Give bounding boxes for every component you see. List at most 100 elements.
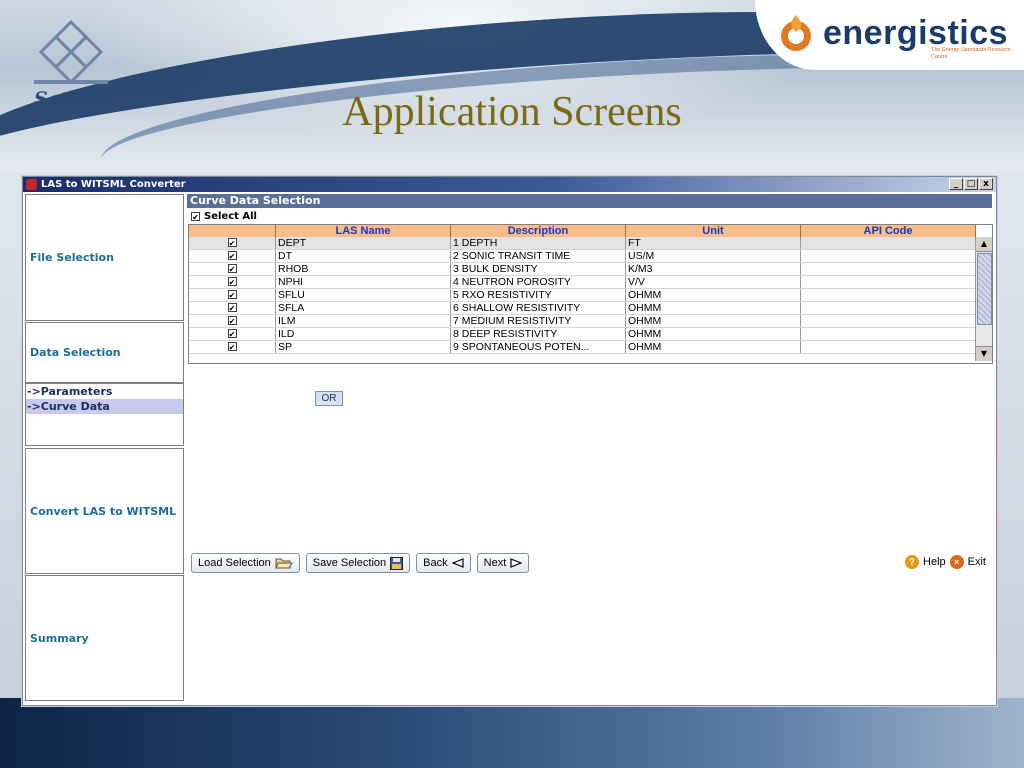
table-row[interactable]: ✔ SP 9 SPONTANEOUS POTEN... OHMM	[189, 340, 976, 354]
las-name-cell: DT	[275, 249, 451, 263]
energistics-logo: energistics The Energy Standards Resourc…	[755, 0, 1024, 70]
sidebar-item-label: Convert LAS to WITSML	[30, 504, 177, 518]
table-header-row: LAS Name Description Unit API Code	[189, 225, 976, 237]
exit-link[interactable]: Exit	[968, 556, 986, 568]
scroll-down-arrow-icon[interactable]: ▼	[976, 346, 992, 361]
minimize-button[interactable]: _	[949, 178, 963, 190]
or-button[interactable]: OR	[315, 391, 343, 406]
row-checkbox-cell[interactable]: ✔	[189, 237, 276, 250]
back-button[interactable]: Back	[416, 553, 471, 573]
help-link[interactable]: Help	[923, 556, 946, 568]
unit-cell: FT	[625, 237, 801, 250]
api-code-cell	[800, 275, 976, 289]
scroll-thumb[interactable]	[977, 253, 992, 325]
row-checkbox[interactable]: ✔	[227, 342, 237, 352]
row-checkbox[interactable]: ✔	[227, 264, 237, 274]
description-cell: 9 SPONTANEOUS POTEN...	[450, 340, 626, 354]
column-header-select[interactable]	[189, 225, 276, 237]
las-name-cell: ILM	[275, 314, 451, 328]
load-selection-button[interactable]: Load Selection	[191, 553, 300, 573]
sidebar-item-label: File Selection	[30, 251, 114, 264]
las-name-cell: SFLU	[275, 288, 451, 302]
api-code-cell	[800, 288, 976, 302]
scroll-up-arrow-icon[interactable]: ▲	[976, 237, 992, 252]
las-name-cell: RHOB	[275, 262, 451, 276]
table-row[interactable]: ✔ SFLU 5 RXO RESISTIVITY OHMM	[189, 288, 976, 302]
navigation-buttons: Load Selection Save Selection Back Next	[191, 553, 530, 573]
footer-band	[0, 698, 1024, 768]
row-checkbox-cell[interactable]: ✔	[189, 314, 276, 328]
row-checkbox-cell[interactable]: ✔	[189, 301, 276, 315]
open-folder-icon	[275, 558, 293, 569]
las-name-cell: NPHI	[275, 275, 451, 289]
select-all-row[interactable]: ✔ Select All	[187, 208, 992, 224]
row-checkbox-cell[interactable]: ✔	[189, 327, 276, 341]
column-header-unit[interactable]: Unit	[625, 225, 801, 237]
column-header-las-name[interactable]: LAS Name	[275, 225, 451, 237]
table-row[interactable]: ✔ ILM 7 MEDIUM RESISTIVITY OHMM	[189, 314, 976, 328]
row-checkbox[interactable]: ✔	[227, 251, 237, 261]
row-checkbox-cell[interactable]: ✔	[189, 262, 276, 276]
row-checkbox-cell[interactable]: ✔	[189, 275, 276, 289]
sidebar-subitem-parameters[interactable]: ->Parameters	[26, 384, 183, 399]
energistics-flame-icon	[781, 15, 811, 51]
table-row[interactable]: ✔ SFLA 6 SHALLOW RESISTIVITY OHMM	[189, 301, 976, 315]
help-icon[interactable]: ?	[905, 555, 920, 569]
table-row[interactable]: ✔ DT 2 SONIC TRANSIT TIME US/M	[189, 249, 976, 263]
api-code-cell	[800, 237, 976, 250]
select-all-checkbox[interactable]: ✔	[191, 211, 200, 222]
table-row[interactable]: ✔ DEPT 1 DEPTH FT	[189, 237, 976, 250]
sidebar-item-convert[interactable]: Convert LAS to WITSML	[25, 448, 184, 574]
row-checkbox[interactable]: ✔	[227, 303, 237, 313]
sidebar-subitem-curve-data[interactable]: ->Curve Data	[26, 399, 183, 414]
close-button[interactable]: x	[979, 178, 993, 190]
arrow-right-icon	[510, 558, 523, 568]
description-cell: 1 DEPTH	[450, 237, 626, 250]
maximize-button[interactable]: □	[964, 178, 978, 190]
las-name-cell: ILD	[275, 327, 451, 341]
row-checkbox[interactable]: ✔	[227, 238, 237, 248]
unit-cell: OHMM	[625, 288, 801, 302]
floppy-disk-icon	[390, 556, 404, 570]
page-title: Application Screens	[342, 89, 682, 135]
next-button[interactable]: Next	[476, 553, 530, 573]
row-checkbox[interactable]: ✔	[227, 290, 237, 300]
description-cell: 8 DEEP RESISTIVITY	[450, 327, 626, 341]
row-checkbox-cell[interactable]: ✔	[189, 340, 276, 354]
api-code-cell	[800, 314, 976, 328]
table-scrollbar[interactable]: ▲ ▼	[975, 237, 992, 361]
description-cell: 7 MEDIUM RESISTIVITY	[450, 314, 626, 328]
row-checkbox-cell[interactable]: ✔	[189, 288, 276, 302]
api-code-cell	[800, 262, 976, 276]
sidebar-item-data-selection[interactable]: Data Selection	[25, 322, 184, 383]
table-row[interactable]: ✔ ILD 8 DEEP RESISTIVITY OHMM	[189, 327, 976, 341]
save-selection-button[interactable]: Save Selection	[305, 553, 411, 573]
row-checkbox-cell[interactable]: ✔	[189, 249, 276, 263]
select-all-label: Select All	[204, 210, 257, 222]
row-checkbox[interactable]: ✔	[227, 329, 237, 339]
help-exit-group: ? Help × Exit	[905, 555, 986, 569]
column-header-description[interactable]: Description	[450, 225, 626, 237]
load-selection-label: Load Selection	[198, 557, 271, 569]
sidebar-item-summary[interactable]: Summary	[25, 575, 184, 701]
app-icon	[26, 179, 37, 190]
row-checkbox[interactable]: ✔	[227, 316, 237, 326]
description-cell: 2 SONIC TRANSIT TIME	[450, 249, 626, 263]
curve-grid: LAS Name Description Unit API Code ✔ DEPT…	[189, 225, 976, 354]
arrow-left-icon	[451, 558, 464, 568]
table-row[interactable]: ✔ NPHI 4 NEUTRON POROSITY V/V	[189, 275, 976, 289]
row-checkbox[interactable]: ✔	[227, 277, 237, 287]
exit-icon[interactable]: ×	[949, 555, 964, 569]
energistics-tagline: The Energy Standards Resource Centre	[931, 47, 1012, 60]
window-titlebar[interactable]: LAS to WITSML Converter _ □ x	[23, 177, 996, 192]
app-window: LAS to WITSML Converter _ □ x File Selec…	[22, 176, 997, 706]
sidebar-item-file-selection[interactable]: File Selection	[25, 194, 184, 321]
save-selection-label: Save Selection	[312, 557, 387, 569]
unit-cell: OHMM	[625, 314, 801, 328]
las-name-cell: DEPT	[275, 237, 451, 250]
table-row[interactable]: ✔ RHOB 3 BULK DENSITY K/M3	[189, 262, 976, 276]
table-body: ✔ DEPT 1 DEPTH FT ✔ DT 2 SONIC TRANSIT TIME US/…	[189, 237, 976, 354]
window-controls: _ □ x	[949, 178, 993, 190]
section-header: Curve Data Selection	[187, 194, 992, 208]
column-header-api-code[interactable]: API Code	[800, 225, 976, 237]
